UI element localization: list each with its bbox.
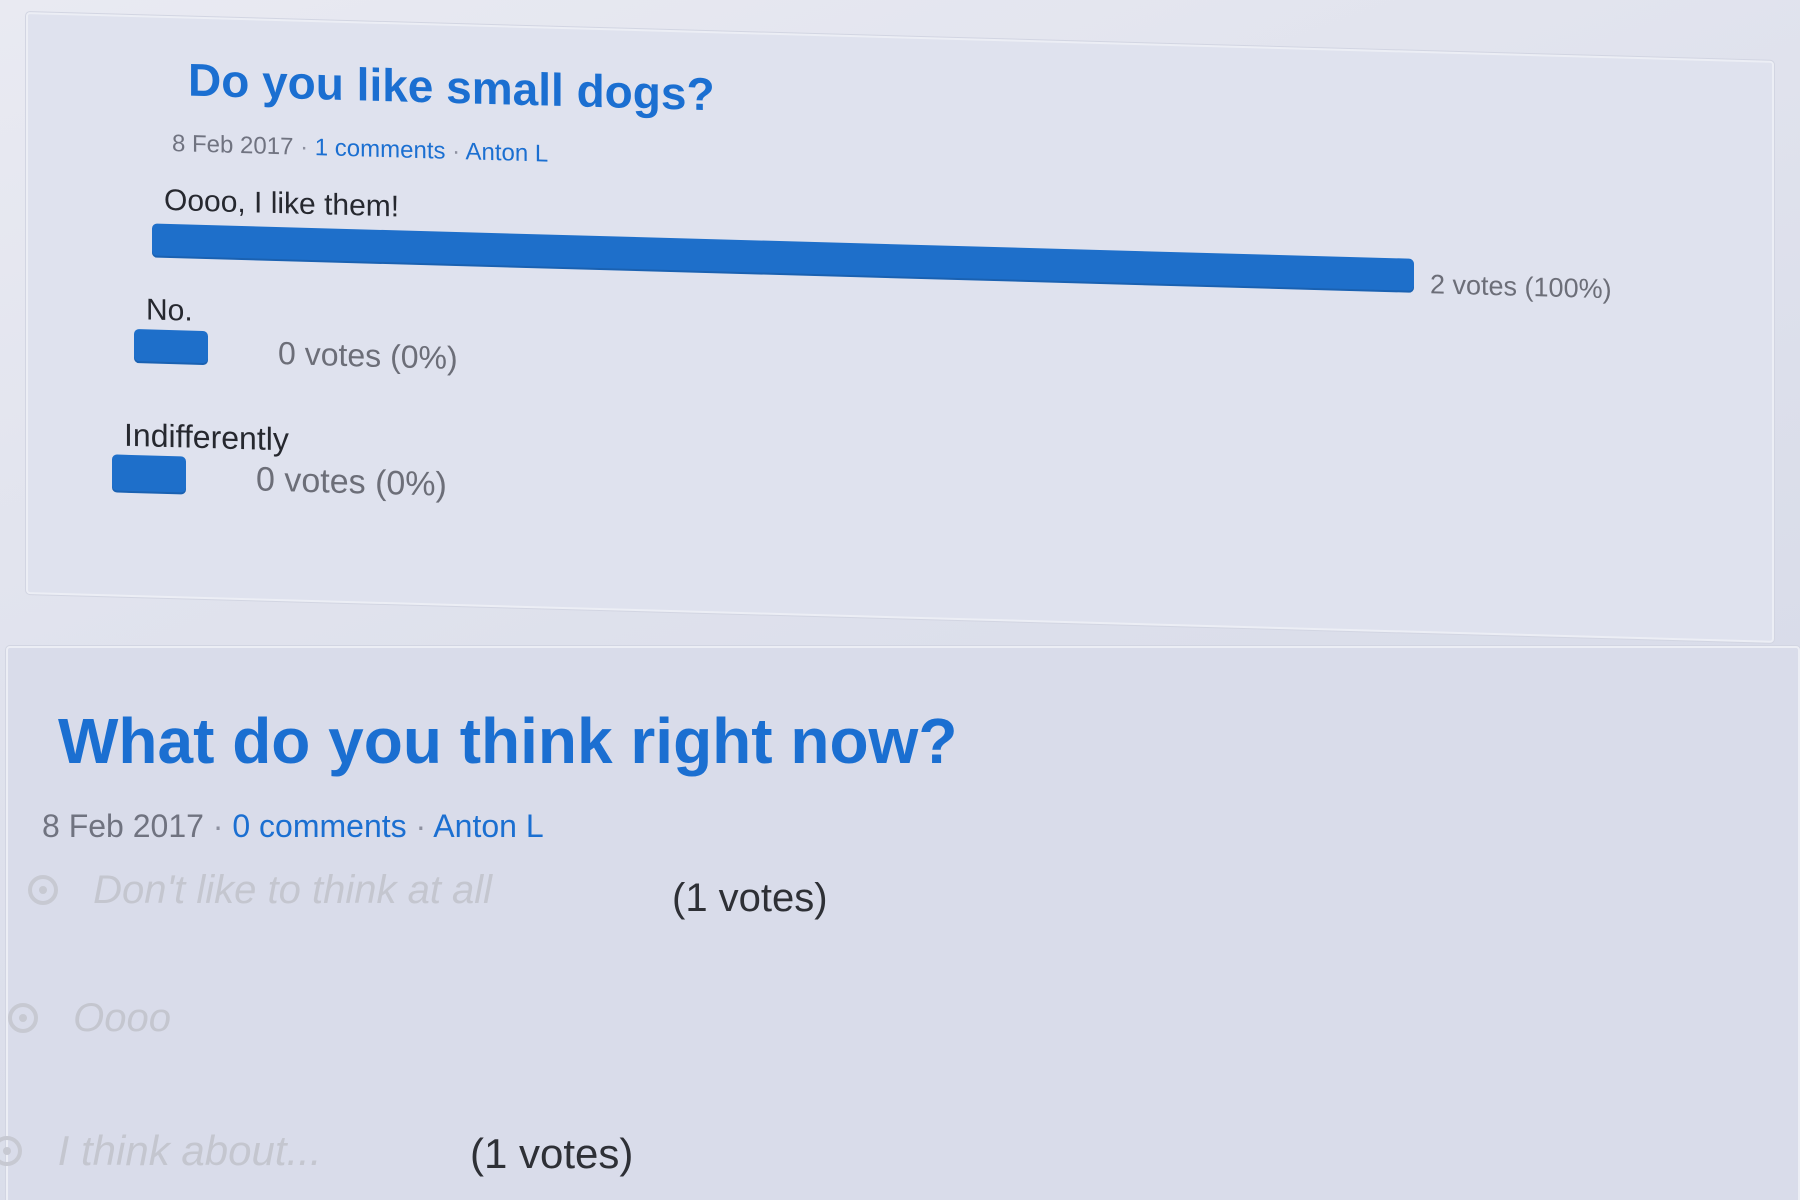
page: Do you like small dogs? 8 Feb 2017 · 1 c… (0, 0, 1800, 1200)
poll-meta: 8 Feb 2017 · 0 comments · Anton L (42, 808, 544, 845)
poll-option-label: Indifferently (124, 416, 289, 458)
radio-button-icon[interactable] (0, 1135, 22, 1166)
vote-bar (134, 329, 208, 366)
radio-button-icon[interactable] (28, 875, 58, 906)
vote-count: (1 votes) (672, 876, 828, 920)
comments-link[interactable]: 1 comments (315, 134, 446, 165)
poll-title[interactable]: What do you think right now? (58, 704, 957, 778)
poll-option[interactable]: Oooo (8, 994, 171, 1041)
poll-date: 8 Feb 2017 (42, 808, 204, 844)
poll-option-label: Oooo (73, 995, 171, 1040)
poll-option-label: Don't like to think at all (93, 867, 493, 912)
poll-option-label: Oooo, I like them! (164, 183, 400, 224)
meta-separator: · (415, 808, 427, 844)
poll-option[interactable]: I think about... (0, 1124, 322, 1175)
vote-count: 2 votes (100%) (1430, 269, 1612, 305)
poll-option-label: No. (146, 293, 193, 328)
author-link[interactable]: Anton L (466, 138, 549, 167)
meta-separator: · (300, 133, 309, 161)
radio-button-icon[interactable] (8, 1003, 38, 1034)
meta-separator: · (452, 137, 461, 166)
poll-option-label: I think about... (57, 1126, 322, 1174)
poll-option[interactable]: Don't like to think at all (28, 866, 492, 913)
comments-link[interactable]: 0 comments (232, 808, 406, 844)
poll-title[interactable]: Do you like small dogs? (188, 53, 715, 122)
vote-count: 0 votes (0%) (278, 335, 458, 377)
poll-card-small-dogs: Do you like small dogs? 8 Feb 2017 · 1 c… (26, 12, 1774, 643)
meta-separator: · (212, 808, 224, 844)
vote-bar (112, 454, 186, 495)
vote-count: (1 votes) (470, 1130, 634, 1177)
vote-bar (152, 223, 1414, 293)
poll-meta: 8 Feb 2017 · 1 comments · Anton L (172, 130, 548, 169)
vote-count: 0 votes (0%) (256, 460, 447, 504)
poll-date: 8 Feb 2017 (172, 130, 294, 161)
author-link[interactable]: Anton L (433, 808, 543, 844)
poll-card-think-now: What do you think right now? 8 Feb 2017 … (0, 646, 1800, 1200)
